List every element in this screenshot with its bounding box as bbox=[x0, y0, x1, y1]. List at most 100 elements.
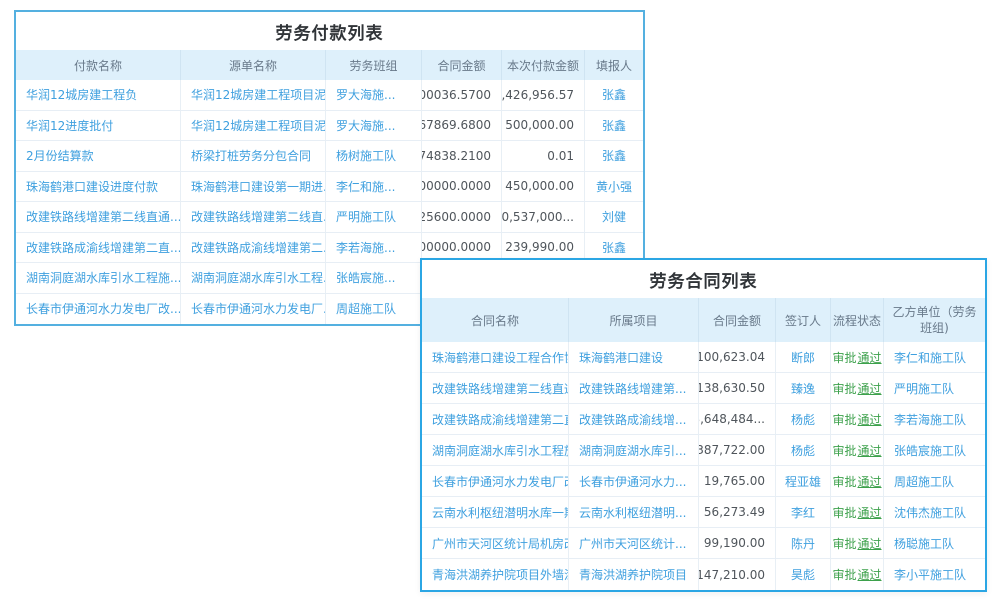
column-header: 流程状态 bbox=[831, 298, 884, 342]
status-pass-link[interactable]: 通过 bbox=[858, 473, 882, 490]
signer-link[interactable]: 程亚雄 bbox=[776, 466, 831, 496]
source-doc-link[interactable]: 华润12城房建工程项目泥... bbox=[181, 80, 326, 110]
contract-amount-value: 25600.0000 bbox=[422, 202, 502, 232]
payment-name-link[interactable]: 2月份结算款 bbox=[16, 141, 181, 171]
contract-table-row: 珠海鹤港口建设工程合作协...珠海鹤港口建设100,623.04断郎审批通过李仁… bbox=[422, 342, 985, 373]
reporter-link[interactable]: 张鑫 bbox=[585, 111, 643, 141]
source-doc-link[interactable]: 改建铁路线增建第二线直... bbox=[181, 202, 326, 232]
column-header: 填报人 bbox=[585, 50, 643, 80]
party-b-team-link[interactable]: 杨聪施工队 bbox=[884, 528, 985, 558]
reporter-link[interactable]: 刘健 bbox=[585, 202, 643, 232]
project-link[interactable]: 青海洪湖养护院项目 bbox=[569, 559, 699, 590]
signer-link[interactable]: 臻逸 bbox=[776, 373, 831, 403]
source-doc-link[interactable]: 华润12城房建工程项目泥... bbox=[181, 111, 326, 141]
reporter-link[interactable]: 张鑫 bbox=[585, 141, 643, 171]
status-approve-text: 审批 bbox=[832, 442, 856, 459]
signer-link[interactable]: 断郎 bbox=[776, 342, 831, 372]
contract-name-link[interactable]: 珠海鹤港口建设工程合作协... bbox=[422, 342, 569, 372]
party-b-team-link[interactable]: 沈伟杰施工队 bbox=[884, 497, 985, 527]
process-status: 审批通过 bbox=[831, 435, 884, 465]
source-doc-link[interactable]: 桥梁打桩劳务分包合同 bbox=[181, 141, 326, 171]
labor-team-link[interactable]: 杨树施工队 bbox=[326, 141, 422, 171]
source-doc-link[interactable]: 湖南洞庭湖水库引水工程... bbox=[181, 263, 326, 293]
source-doc-link[interactable]: 长春市伊通河水力发电厂... bbox=[181, 294, 326, 325]
payment-name-link[interactable]: 华润12城房建工程负 bbox=[16, 80, 181, 110]
project-link[interactable]: 湖南洞庭湖水库引... bbox=[569, 435, 699, 465]
status-approve-text: 审批 bbox=[832, 349, 856, 366]
status-pass-link[interactable]: 通过 bbox=[858, 411, 882, 428]
project-link[interactable]: 改建铁路线增建第... bbox=[569, 373, 699, 403]
payment-name-link[interactable]: 华润12进度批付 bbox=[16, 111, 181, 141]
labor-team-link[interactable]: 李若海施... bbox=[326, 233, 422, 263]
process-status: 审批通过 bbox=[831, 342, 884, 372]
contract-amount-value: 3,648,484... bbox=[699, 404, 776, 434]
project-link[interactable]: 珠海鹤港口建设 bbox=[569, 342, 699, 372]
contract-amount-value: 138,630.50 bbox=[699, 373, 776, 403]
payment-amount-value: 450,000.00 bbox=[502, 172, 585, 202]
contract-name-link[interactable]: 改建铁路成渝线增建第二直... bbox=[422, 404, 569, 434]
project-link[interactable]: 云南水利枢纽潜明... bbox=[569, 497, 699, 527]
payment-name-link[interactable]: 珠海鹤港口建设进度付款 bbox=[16, 172, 181, 202]
project-link[interactable]: 广州市天河区统计... bbox=[569, 528, 699, 558]
payment-table-row: 华润12进度批付华润12城房建工程项目泥...罗大海施...6867869.68… bbox=[16, 111, 643, 142]
payment-name-link[interactable]: 改建铁路线增建第二线直通... bbox=[16, 202, 181, 232]
status-pass-link[interactable]: 通过 bbox=[858, 442, 882, 459]
labor-team-link[interactable]: 周超施工队 bbox=[326, 294, 422, 325]
payment-table-row: 珠海鹤港口建设进度付款珠海鹤港口建设第一期进...李仁和施...100000.0… bbox=[16, 172, 643, 203]
status-approve-text: 审批 bbox=[832, 504, 856, 521]
labor-team-link[interactable]: 张皓宸施... bbox=[326, 263, 422, 293]
party-b-team-link[interactable]: 周超施工队 bbox=[884, 466, 985, 496]
party-b-team-link[interactable]: 严明施工队 bbox=[884, 373, 985, 403]
labor-team-link[interactable]: 李仁和施... bbox=[326, 172, 422, 202]
contract-name-link[interactable]: 广州市天河区统计局机房改... bbox=[422, 528, 569, 558]
party-b-team-link[interactable]: 张皓宸施工队 bbox=[884, 435, 985, 465]
project-link[interactable]: 改建铁路成渝线增... bbox=[569, 404, 699, 434]
status-pass-link[interactable]: 通过 bbox=[858, 380, 882, 397]
contract-table-row: 改建铁路线增建第二线直通...改建铁路线增建第...138,630.50臻逸审批… bbox=[422, 373, 985, 404]
signer-link[interactable]: 昊彪 bbox=[776, 559, 831, 590]
project-link[interactable]: 长春市伊通河水力... bbox=[569, 466, 699, 496]
contract-name-link[interactable]: 云南水利枢纽潜明水库一期... bbox=[422, 497, 569, 527]
contract-amount-value: 100,623.04 bbox=[699, 342, 776, 372]
contract-table-row: 湖南洞庭湖水库引水工程施...湖南洞庭湖水库引...387,722.00杨彪审批… bbox=[422, 435, 985, 466]
process-status: 审批通过 bbox=[831, 466, 884, 496]
column-header: 合同名称 bbox=[422, 298, 569, 342]
contract-name-link[interactable]: 改建铁路线增建第二线直通... bbox=[422, 373, 569, 403]
payment-amount-value: 20,537,000... bbox=[502, 202, 585, 232]
signer-link[interactable]: 杨彪 bbox=[776, 435, 831, 465]
contract-table-header-row: 合同名称所属项目合同金额签订人流程状态乙方单位（劳务班组) bbox=[422, 298, 985, 342]
signer-link[interactable]: 陈丹 bbox=[776, 528, 831, 558]
payment-name-link[interactable]: 长春市伊通河水力发电厂改... bbox=[16, 294, 181, 325]
party-b-team-link[interactable]: 李小平施工队 bbox=[884, 559, 985, 590]
source-doc-link[interactable]: 珠海鹤港口建设第一期进... bbox=[181, 172, 326, 202]
contract-amount-value: 99,190.00 bbox=[699, 528, 776, 558]
source-doc-link[interactable]: 改建铁路成渝线增建第二... bbox=[181, 233, 326, 263]
reporter-link[interactable]: 张鑫 bbox=[585, 80, 643, 110]
contract-table-row: 广州市天河区统计局机房改...广州市天河区统计...99,190.00陈丹审批通… bbox=[422, 528, 985, 559]
labor-team-link[interactable]: 严明施工队 bbox=[326, 202, 422, 232]
contract-name-link[interactable]: 青海洪湖养护院项目外墙涂... bbox=[422, 559, 569, 590]
status-pass-link[interactable]: 通过 bbox=[858, 504, 882, 521]
status-pass-link[interactable]: 通过 bbox=[858, 349, 882, 366]
status-pass-link[interactable]: 通过 bbox=[858, 535, 882, 552]
contract-name-link[interactable]: 长春市伊通河水力发电厂改... bbox=[422, 466, 569, 496]
reporter-link[interactable]: 黄小强 bbox=[585, 172, 643, 202]
party-b-team-link[interactable]: 李若海施工队 bbox=[884, 404, 985, 434]
contract-table-row: 云南水利枢纽潜明水库一期...云南水利枢纽潜明...56,273.49李红审批通… bbox=[422, 497, 985, 528]
contract-name-link[interactable]: 湖南洞庭湖水库引水工程施... bbox=[422, 435, 569, 465]
payment-table-row: 改建铁路线增建第二线直通...改建铁路线增建第二线直...严明施工队25600.… bbox=[16, 202, 643, 233]
labor-team-link[interactable]: 罗大海施... bbox=[326, 80, 422, 110]
party-b-team-link[interactable]: 李仁和施工队 bbox=[884, 342, 985, 372]
signer-link[interactable]: 杨彪 bbox=[776, 404, 831, 434]
status-pass-link[interactable]: 通过 bbox=[858, 566, 882, 583]
contract-table-body: 珠海鹤港口建设工程合作协...珠海鹤港口建设100,623.04断郎审批通过李仁… bbox=[422, 342, 985, 590]
contract-amount-value: 56,273.49 bbox=[699, 497, 776, 527]
status-approve-text: 审批 bbox=[832, 411, 856, 428]
payment-name-link[interactable]: 湖南洞庭湖水库引水工程施... bbox=[16, 263, 181, 293]
signer-link[interactable]: 李红 bbox=[776, 497, 831, 527]
contract-table-row: 青海洪湖养护院项目外墙涂...青海洪湖养护院项目147,210.00昊彪审批通过… bbox=[422, 559, 985, 590]
labor-payment-title: 劳务付款列表 bbox=[16, 12, 643, 50]
payment-name-link[interactable]: 改建铁路成渝线增建第二直... bbox=[16, 233, 181, 263]
payment-table-row: 华润12城房建工程负华润12城房建工程项目泥...罗大海施...4600036.… bbox=[16, 80, 643, 111]
labor-team-link[interactable]: 罗大海施... bbox=[326, 111, 422, 141]
